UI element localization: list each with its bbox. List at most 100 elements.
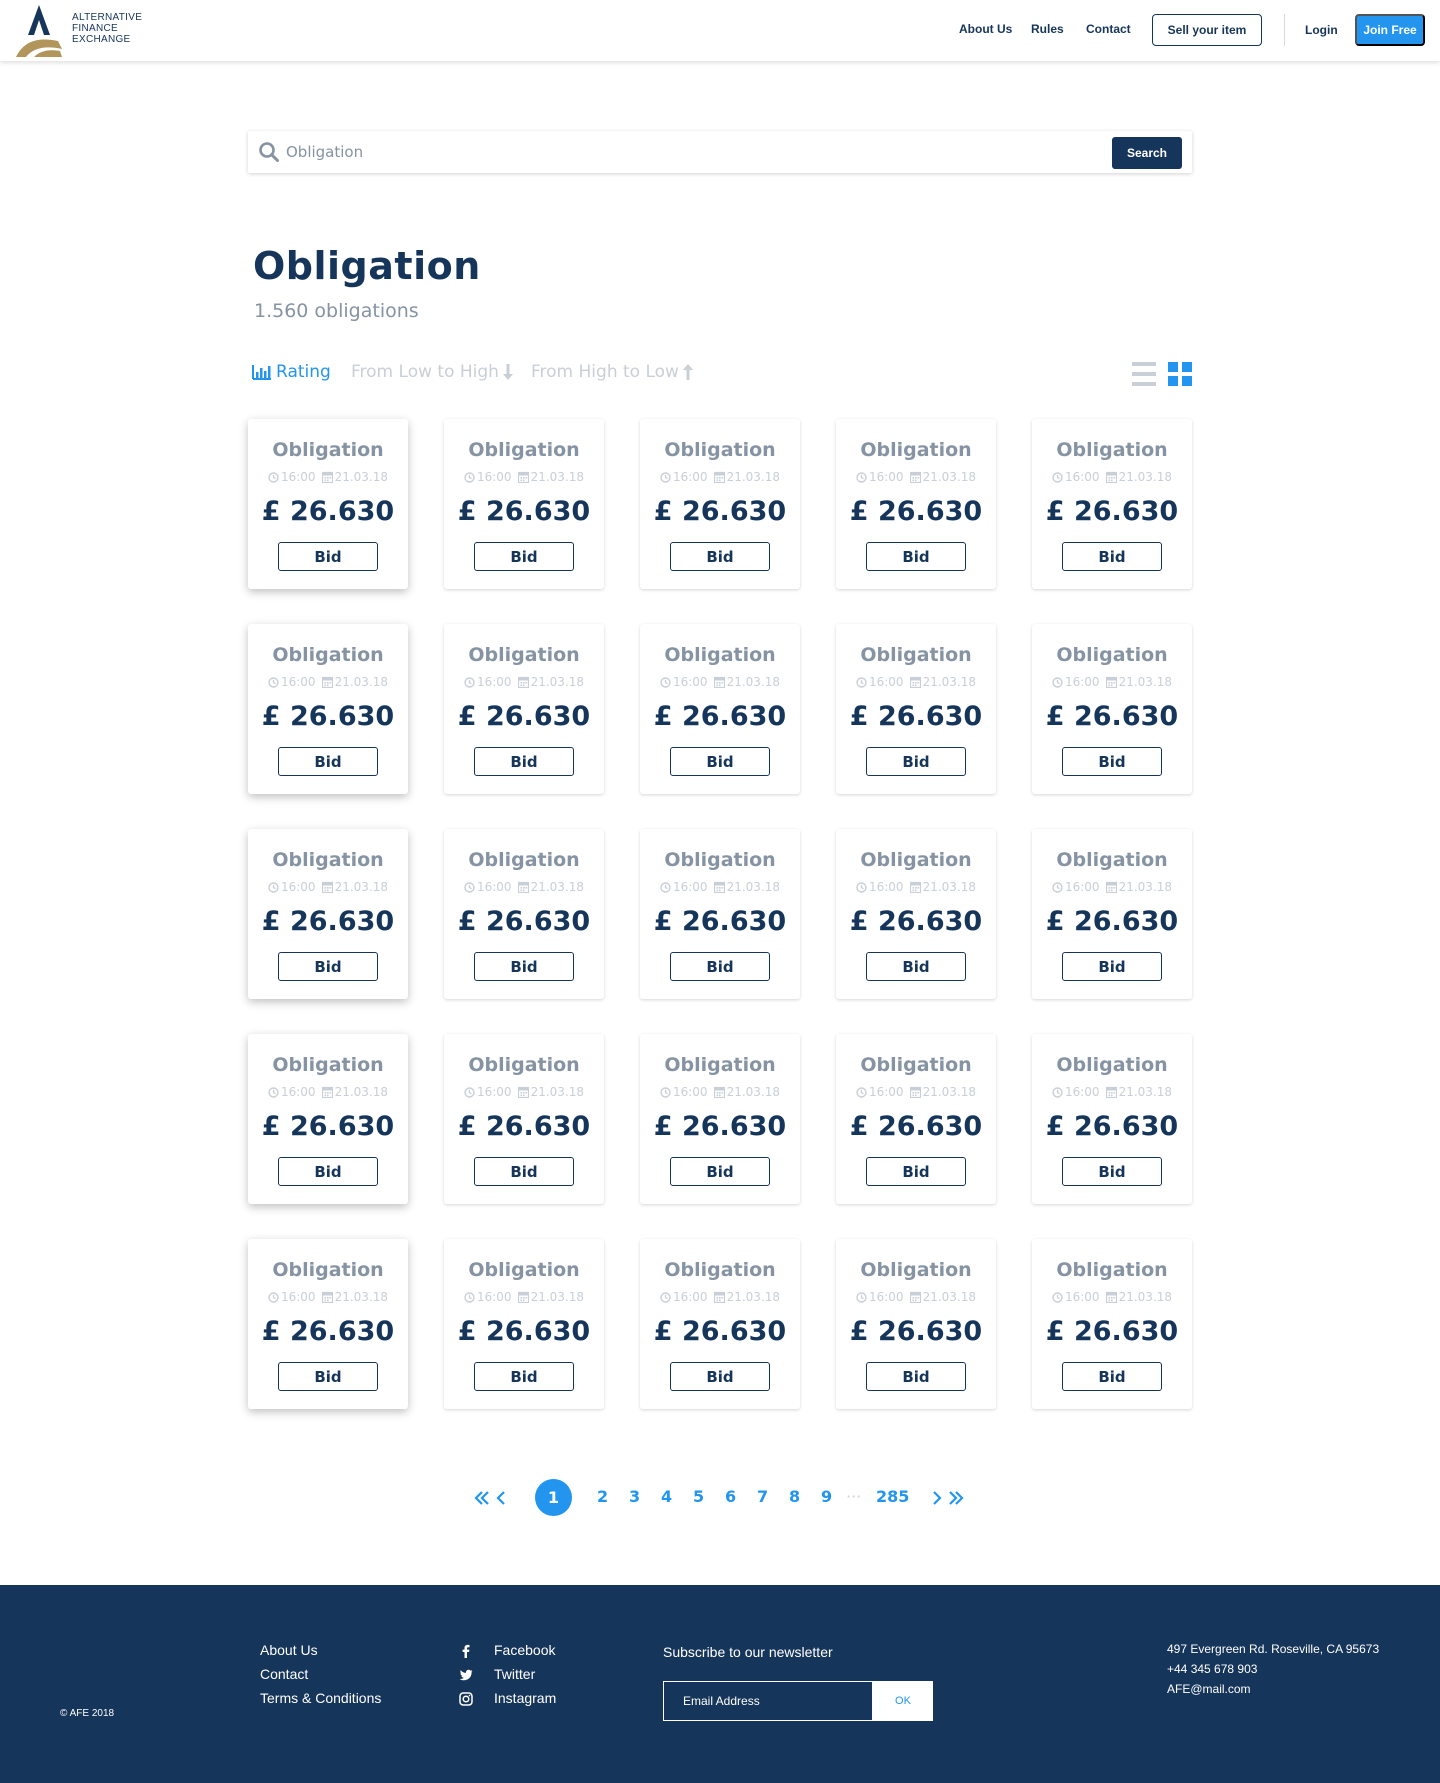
product-card[interactable]: Obligation 16:00 21.03.18 £ 26.630 Bid <box>248 1034 408 1204</box>
bid-button[interactable]: Bid <box>1062 952 1162 981</box>
bid-button[interactable]: Bid <box>1062 747 1162 776</box>
list-view-icon[interactable] <box>1132 362 1156 386</box>
bid-button[interactable]: Bid <box>866 952 966 981</box>
nav-rules[interactable]: Rules <box>1031 22 1064 36</box>
footer-link-about[interactable]: About Us <box>260 1642 318 1658</box>
card-time: 16:00 <box>856 675 904 689</box>
product-card[interactable]: Obligation 16:00 21.03.18 £ 26.630 Bid <box>640 1034 800 1204</box>
product-card[interactable]: Obligation 16:00 21.03.18 £ 26.630 Bid <box>1032 1239 1192 1409</box>
product-card[interactable]: Obligation 16:00 21.03.18 £ 26.630 Bid <box>836 419 996 589</box>
product-card[interactable]: Obligation 16:00 21.03.18 £ 26.630 Bid <box>444 1239 604 1409</box>
pager-ellipsis: ··· <box>846 1487 862 1506</box>
footer-email[interactable]: AFE@mail.com <box>1167 1682 1251 1696</box>
product-card[interactable]: Obligation 16:00 21.03.18 £ 26.630 Bid <box>248 624 408 794</box>
login-link[interactable]: Login <box>1305 23 1338 37</box>
product-card[interactable]: Obligation 16:00 21.03.18 £ 26.630 Bid <box>444 1034 604 1204</box>
product-card[interactable]: Obligation 16:00 21.03.18 £ 26.630 Bid <box>1032 1034 1192 1204</box>
bid-button[interactable]: Bid <box>1062 1157 1162 1186</box>
card-time: 16:00 <box>1052 1290 1100 1304</box>
pager-next-icon[interactable] <box>932 1489 966 1507</box>
product-card[interactable]: Obligation 16:00 21.03.18 £ 26.630 Bid <box>836 829 996 999</box>
product-card[interactable]: Obligation 16:00 21.03.18 £ 26.630 Bid <box>248 419 408 589</box>
card-price: £ 26.630 <box>457 1316 591 1347</box>
bid-button[interactable]: Bid <box>670 952 770 981</box>
bid-button[interactable]: Bid <box>1062 542 1162 571</box>
product-card[interactable]: Obligation 16:00 21.03.18 £ 26.630 Bid <box>1032 624 1192 794</box>
clock-icon <box>464 1086 475 1098</box>
pager-page[interactable]: 7 <box>757 1487 768 1506</box>
bid-button[interactable]: Bid <box>670 1362 770 1391</box>
product-card[interactable]: Obligation 16:00 21.03.18 £ 26.630 Bid <box>836 624 996 794</box>
bid-button[interactable]: Bid <box>1062 1362 1162 1391</box>
footer-facebook-link[interactable]: Facebook <box>494 1642 555 1658</box>
pager-page[interactable]: 6 <box>725 1487 736 1506</box>
product-card[interactable]: Obligation 16:00 21.03.18 £ 26.630 Bid <box>836 1034 996 1204</box>
bid-button[interactable]: Bid <box>474 1157 574 1186</box>
bid-button[interactable]: Bid <box>670 1157 770 1186</box>
product-card[interactable]: Obligation 16:00 21.03.18 £ 26.630 Bid <box>836 1239 996 1409</box>
sell-item-button[interactable]: Sell your item <box>1152 14 1262 46</box>
bid-button[interactable]: Bid <box>866 1157 966 1186</box>
pager-page-current[interactable]: 1 <box>535 1479 572 1516</box>
calendar-icon <box>1105 1086 1117 1098</box>
product-card[interactable]: Obligation 16:00 21.03.18 £ 26.630 Bid <box>1032 829 1192 999</box>
product-card[interactable]: Obligation 16:00 21.03.18 £ 26.630 Bid <box>444 624 604 794</box>
sort-high-to-low[interactable]: From High to Low <box>531 362 693 382</box>
bid-button[interactable]: Bid <box>670 747 770 776</box>
pager-page[interactable]: 5 <box>693 1487 704 1506</box>
product-card[interactable]: Obligation 16:00 21.03.18 £ 26.630 Bid <box>1032 419 1192 589</box>
bid-button[interactable]: Bid <box>670 542 770 571</box>
site-header: ALTERNATIVE FINANCE EXCHANGE About Us Ru… <box>0 0 1440 61</box>
bid-button[interactable]: Bid <box>866 747 966 776</box>
newsletter-ok-button[interactable]: OK <box>873 1681 933 1721</box>
pager-page-last[interactable]: 285 <box>876 1487 909 1506</box>
pager-page[interactable]: 2 <box>597 1487 608 1506</box>
card-price: £ 26.630 <box>653 701 787 732</box>
clock-icon <box>1052 471 1063 483</box>
pager-page[interactable]: 4 <box>661 1487 672 1506</box>
bid-button[interactable]: Bid <box>278 952 378 981</box>
bid-button[interactable]: Bid <box>866 542 966 571</box>
join-free-button[interactable]: Join Free <box>1355 14 1425 46</box>
bid-button[interactable]: Bid <box>474 542 574 571</box>
product-card[interactable]: Obligation 16:00 21.03.18 £ 26.630 Bid <box>248 829 408 999</box>
nav-about-us[interactable]: About Us <box>959 22 1012 36</box>
pager-page[interactable]: 3 <box>629 1487 640 1506</box>
bid-button[interactable]: Bid <box>278 542 378 571</box>
product-card[interactable]: Obligation 16:00 21.03.18 £ 26.630 Bid <box>640 419 800 589</box>
search-input[interactable] <box>286 131 1106 173</box>
footer-link-terms[interactable]: Terms & Conditions <box>260 1690 381 1706</box>
calendar-icon <box>1105 471 1117 483</box>
pager-prev-icon[interactable] <box>474 1489 508 1507</box>
page-title: Obligation <box>253 244 481 288</box>
bid-button[interactable]: Bid <box>278 1157 378 1186</box>
product-card[interactable]: Obligation 16:00 21.03.18 £ 26.630 Bid <box>640 829 800 999</box>
product-card[interactable]: Obligation 16:00 21.03.18 £ 26.630 Bid <box>444 829 604 999</box>
newsletter-email-input[interactable] <box>663 1681 873 1721</box>
footer-link-contact[interactable]: Contact <box>260 1666 308 1682</box>
bid-button[interactable]: Bid <box>474 747 574 776</box>
pager-page[interactable]: 8 <box>789 1487 800 1506</box>
bid-button[interactable]: Bid <box>474 1362 574 1391</box>
product-card[interactable]: Obligation 16:00 21.03.18 £ 26.630 Bid <box>640 624 800 794</box>
card-time: 16:00 <box>268 1085 316 1099</box>
clock-icon <box>660 676 671 688</box>
bid-button[interactable]: Bid <box>474 952 574 981</box>
product-card[interactable]: Obligation 16:00 21.03.18 £ 26.630 Bid <box>640 1239 800 1409</box>
bid-button[interactable]: Bid <box>278 747 378 776</box>
nav-contact[interactable]: Contact <box>1086 22 1131 36</box>
bid-button[interactable]: Bid <box>866 1362 966 1391</box>
footer-twitter-link[interactable]: Twitter <box>494 1666 535 1682</box>
grid-view-icon[interactable] <box>1168 362 1192 386</box>
card-date: 21.03.18 <box>713 880 780 894</box>
card-time-value: 16:00 <box>1064 1085 1100 1099</box>
product-card[interactable]: Obligation 16:00 21.03.18 £ 26.630 Bid <box>444 419 604 589</box>
product-card[interactable]: Obligation 16:00 21.03.18 £ 26.630 Bid <box>248 1239 408 1409</box>
search-button[interactable]: Search <box>1112 137 1182 169</box>
sort-rating[interactable]: Rating <box>252 362 331 382</box>
logo[interactable]: ALTERNATIVE FINANCE EXCHANGE <box>14 5 174 57</box>
sort-low-to-high[interactable]: From Low to High <box>351 362 513 382</box>
pager-page[interactable]: 9 <box>821 1487 832 1506</box>
bid-button[interactable]: Bid <box>278 1362 378 1391</box>
footer-instagram-link[interactable]: Instagram <box>494 1690 556 1706</box>
